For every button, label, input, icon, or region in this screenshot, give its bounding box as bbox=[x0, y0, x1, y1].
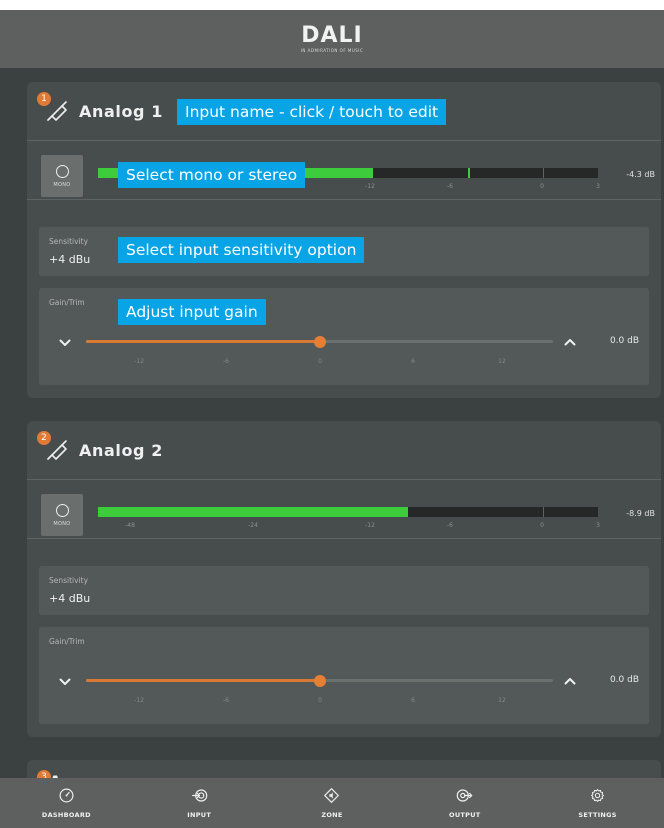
meter-scale-label: -6 bbox=[447, 522, 453, 529]
zone-icon bbox=[324, 788, 340, 803]
meter-zero-mark bbox=[543, 507, 544, 517]
tip-gain: Adjust input gain bbox=[118, 299, 266, 325]
nav-label: INPUT bbox=[187, 811, 212, 819]
nav-label: OUTPUT bbox=[449, 811, 481, 819]
input-card-2: 2 Analog 2 MONO -48 -24 -12 -6 0 3 -8.9 … bbox=[27, 421, 661, 737]
gain-scale-label: 6 bbox=[411, 358, 415, 365]
level-meter bbox=[98, 507, 598, 517]
gain-down-chevron-icon[interactable] bbox=[59, 678, 71, 686]
gain-scale-label: 0 bbox=[318, 358, 322, 365]
meter-scale-label: 3 bbox=[596, 183, 600, 190]
sensitivity-value: +4 dBu bbox=[49, 253, 91, 266]
gain-scale-label: -12 bbox=[134, 358, 144, 365]
nav-label: SETTINGS bbox=[578, 811, 617, 819]
mono-circle-icon bbox=[55, 503, 69, 517]
gain-slider-fill bbox=[86, 340, 320, 343]
meter-zero-mark bbox=[543, 168, 544, 178]
input-icon bbox=[191, 789, 208, 802]
gain-label: Gain/Trim bbox=[49, 298, 85, 307]
nav-settings[interactable]: SETTINGS bbox=[543, 787, 653, 819]
level-meter-fill bbox=[98, 507, 408, 517]
gain-scale-label: 0 bbox=[318, 697, 322, 704]
logo-tagline: IN ADMIRATION OF MUSIC bbox=[300, 48, 364, 53]
tip-sensitivity: Select input sensitivity option bbox=[118, 237, 365, 263]
gain-up-chevron-icon[interactable] bbox=[564, 677, 576, 685]
jack-icon bbox=[47, 101, 67, 121]
gain-slider[interactable] bbox=[86, 674, 553, 687]
gain-slider-fill bbox=[86, 679, 320, 682]
gain-panel: Gain/Trim 0.0 dB -12 -6 0 6 12 bbox=[39, 627, 649, 724]
sensitivity-value: +4 dBu bbox=[49, 592, 91, 605]
tip-mono-stereo: Select mono or stereo bbox=[118, 162, 306, 188]
card-header: 2 Analog 2 bbox=[27, 421, 661, 479]
nav-dashboard[interactable]: DASHBOARD bbox=[11, 787, 121, 819]
gain-db-readout: 0.0 dB bbox=[609, 675, 639, 685]
mono-button[interactable]: MONO bbox=[41, 494, 83, 536]
mono-label: MONO bbox=[53, 520, 71, 527]
level-db-readout: -8.9 dB bbox=[626, 509, 655, 518]
top-strip bbox=[0, 0, 664, 10]
level-db-readout: -4.3 dB bbox=[626, 170, 655, 179]
divider bbox=[27, 538, 661, 539]
sensitivity-label: Sensitivity bbox=[49, 576, 89, 585]
input-name[interactable]: Analog 1 bbox=[79, 102, 163, 121]
level-meter-row: MONO -48 -24 -12 -6 0 3 -8.9 dB bbox=[27, 480, 661, 538]
jack-icon bbox=[47, 440, 67, 460]
gear-icon bbox=[591, 789, 605, 802]
divider bbox=[27, 199, 661, 200]
mono-label: MONO bbox=[53, 181, 71, 188]
nav-label: DASHBOARD bbox=[41, 811, 91, 819]
gain-scale-label: -6 bbox=[223, 358, 229, 365]
gain-scale-label: -6 bbox=[223, 697, 229, 704]
sensitivity-panel[interactable]: Sensitivity +4 dBu bbox=[39, 566, 649, 615]
level-meter-peak bbox=[468, 168, 470, 178]
meter-scale-label: 0 bbox=[540, 183, 544, 190]
meter-scale-label: -12 bbox=[365, 183, 375, 190]
nav-label: ZONE bbox=[321, 811, 343, 819]
mono-circle-icon bbox=[55, 164, 69, 178]
gain-slider-knob[interactable] bbox=[313, 335, 326, 348]
meter-scale-label: 0 bbox=[540, 522, 544, 529]
gain-slider[interactable] bbox=[86, 335, 553, 348]
bottom-nav: DASHBOARD INPUT ZONE OUTPUT SETTINGS bbox=[0, 778, 664, 828]
mono-button[interactable]: MONO bbox=[41, 155, 83, 197]
gain-scale-label: 6 bbox=[411, 697, 415, 704]
output-icon bbox=[456, 789, 473, 802]
dashboard-icon bbox=[59, 788, 74, 803]
gain-slider-knob[interactable] bbox=[313, 674, 326, 687]
dali-logo: DALI bbox=[301, 23, 363, 48]
gain-label: Gain/Trim bbox=[49, 637, 85, 646]
gain-down-chevron-icon[interactable] bbox=[59, 339, 71, 347]
nav-zone[interactable]: ZONE bbox=[277, 787, 387, 819]
tip-input-name: Input name - click / touch to edit bbox=[177, 99, 447, 125]
gain-scale-label: 12 bbox=[498, 697, 506, 704]
nav-input[interactable]: INPUT bbox=[144, 787, 254, 819]
meter-scale-label: -24 bbox=[248, 522, 258, 529]
gain-scale-label: 12 bbox=[498, 358, 506, 365]
meter-scale-label: -6 bbox=[447, 183, 453, 190]
gain-scale-label: -12 bbox=[134, 697, 144, 704]
meter-scale-label: 3 bbox=[596, 522, 600, 529]
meter-scale-label: -12 bbox=[365, 522, 375, 529]
app-header: DALI IN ADMIRATION OF MUSIC bbox=[0, 10, 664, 68]
sensitivity-label: Sensitivity bbox=[49, 237, 89, 246]
gain-up-chevron-icon[interactable] bbox=[564, 338, 576, 346]
input-name[interactable]: Analog 2 bbox=[79, 441, 163, 460]
nav-output[interactable]: OUTPUT bbox=[410, 787, 520, 819]
meter-scale-label: -48 bbox=[125, 522, 135, 529]
gain-db-readout: 0.0 dB bbox=[609, 336, 639, 346]
